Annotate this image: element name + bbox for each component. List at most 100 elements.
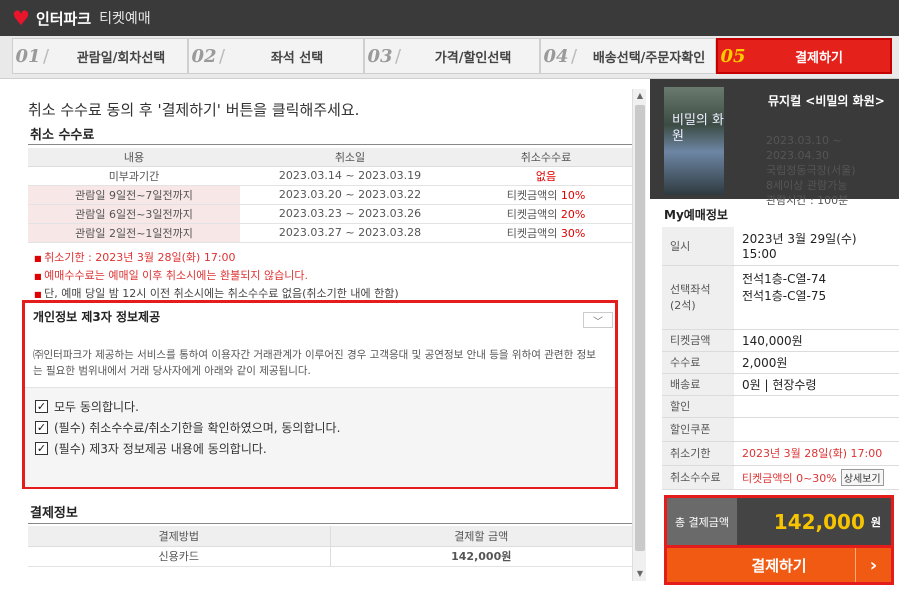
fee-value: 티켓금액의 20% [460,204,632,224]
row-key: 일시 [662,227,734,266]
fee-date-range: 2023.03.14 ~ 2023.03.19 [240,166,460,186]
checkmark-icon: ✓ [35,442,48,455]
fee-period-label: 미부과기간 [28,166,240,186]
fee-value: 없음 [460,166,632,186]
payment-method: 신용카드 [28,546,331,567]
section-divider [28,144,632,145]
booking-summary-panel: 비밀의 화원 뮤지컬 <비밀의 화원> 2023.03.10 ~ 2023.04… [650,79,899,595]
total-label: 총 결제금액 [667,498,737,545]
payment-amount: 142,000원 [330,546,632,567]
row-value: 2,000원 [734,351,899,374]
total-amount-box: 총 결제금액 142,000 원 [664,495,894,545]
row-key: 할인 [662,395,734,418]
fee-value: 티켓금액의 10% [460,185,632,205]
pay-button[interactable]: 결제하기 › [664,545,894,585]
booking-row-ticket: 티켓금액 140,000원 [662,329,899,352]
booking-row-seat: 선택좌석 (2석) 전석1층-C열-74 전석1층-C열-75 [662,265,899,330]
checkmark-icon: ✓ [35,400,48,413]
table-row: 관람일 9일전~7일전까지 2023.03.20 ~ 2023.03.22 티켓… [28,185,632,205]
note-item: 예매수수료는 예매일 이후 취소시에는 환불되지 않습니다. [34,267,399,285]
step-number: 02 [191,45,217,67]
booking-row-deadline: 취소기한 2023년 3월 28일(화) 17:00 [662,441,899,466]
expand-toggle[interactable]: ﹀ [583,312,613,328]
cancel-fee-table: 내용 취소일 취소수수료 미부과기간 2023.03.14 ~ 2023.03.… [28,148,632,243]
booking-row-cancel-fee: 취소수수료 티켓금액의 0~30% 상세보기 [662,465,899,490]
total-amount: 142,000 [773,509,865,534]
my-booking-table: 일시 2023년 3월 29일(수) 15:00 선택좌석 (2석) 전석1층-C열… [662,227,899,490]
total-value: 142,000 원 [737,498,891,545]
note-item: 취소기한 : 2023년 3월 28일(화) 17:00 [34,249,399,267]
show-period-start: 2023.03.10 ~ [766,134,842,147]
show-poster: 비밀의 화원 [664,87,724,195]
fee-period-label: 관람일 9일전~7일전까지 [28,185,240,205]
scrollbar[interactable]: ▲ ▼ [632,89,646,581]
row-key: 취소수수료 [662,465,734,490]
show-title: 뮤지컬 <비밀의 화원> [768,94,885,108]
privacy-title: 개인정보 제3자 정보제공 [33,310,161,324]
app-subtitle: 티켓예매 [99,11,151,27]
row-key: 할인쿠폰 [662,417,734,442]
step-3[interactable]: 03 / 가격/할인선택 [364,38,540,74]
detail-button[interactable]: 상세보기 [840,468,884,486]
row-value: 티켓금액의 0~30% 상세보기 [734,465,899,490]
payment-table: 결제방법 결제할 금액 신용카드 142,000원 [28,526,632,567]
booking-row-fee: 수수료 2,000원 [662,351,899,374]
table-header-row: 결제방법 결제할 금액 [28,526,632,547]
show-info: 2023.03.10 ~ 2023.04.30 국립정동극장(서울) 8세이상 … [766,133,856,208]
heart-logo-icon: ♥ [12,6,30,30]
row-key: 수수료 [662,351,734,374]
column-header: 취소수수료 [460,148,632,167]
fee-date-range: 2023.03.23 ~ 2023.03.26 [240,204,460,224]
row-value [734,395,899,418]
checkbox-label: (필수) 제3자 정보제공 내용에 동의합니다. [54,442,267,456]
step-bar: 01 / 관람일/회차선택 02 / 좌석 선택 03 / 가격/할인선택 04… [0,36,899,79]
cancel-fee-section-title: 취소 수수료 [30,128,95,143]
scroll-down-icon[interactable]: ▼ [633,567,647,581]
step-4[interactable]: 04 / 배송선택/주문자확인 [540,38,716,74]
step-number: 04 [543,45,569,67]
privacy-consent-box: 개인정보 제3자 정보제공 ﹀ ㈜인터파크가 제공하는 서비스를 통하여 이용자… [22,300,618,489]
step-number: 03 [367,45,393,67]
step-1[interactable]: 01 / 관람일/회차선택 [12,38,188,74]
brand-name: 인터파크 [35,9,92,28]
table-row: 관람일 6일전~3일전까지 2023.03.23 ~ 2023.03.26 티켓… [28,204,632,224]
slash-icon: / [219,45,226,67]
title-bar: ♥ 인터파크 티켓예매 [0,0,899,36]
agree-all-checkbox[interactable]: ✓ 모두 동의합니다. [35,398,139,415]
booking-row-coupon: 할인쿠폰 [662,417,899,442]
table-row: 관람일 2일전~1일전까지 2023.03.27 ~ 2023.03.28 티켓… [28,223,632,243]
fee-period-label: 관람일 6일전~3일전까지 [28,204,240,224]
row-key: 선택좌석 (2석) [662,265,734,330]
fee-value: 티켓금액의 30% [460,223,632,243]
agree-cancel-fee-checkbox[interactable]: ✓ (필수) 취소수수료/취소기한을 확인하였으며, 동의합니다. [35,419,340,436]
fee-date-range: 2023.03.20 ~ 2023.03.22 [240,185,460,205]
scroll-thumb[interactable] [635,105,645,551]
table-row: 미부과기간 2023.03.14 ~ 2023.03.19 없음 [28,166,632,186]
column-header: 내용 [28,148,240,167]
step-label: 결제하기 [795,50,843,66]
scroll-up-icon[interactable]: ▲ [633,89,647,103]
step-number: 05 [720,45,746,67]
row-key: 배송료 [662,373,734,396]
booking-row-discount: 할인 [662,395,899,418]
step-label: 좌석 선택 [270,50,324,66]
row-key: 티켓금액 [662,329,734,352]
total-unit: 원 [870,515,881,529]
pay-button-label: 결제하기 [751,556,807,575]
fee-date-range: 2023.03.27 ~ 2023.03.28 [240,223,460,243]
consent-checklist: ✓ 모두 동의합니다. ✓ (필수) 취소수수료/취소기한을 확인하였으며, 동… [25,387,615,487]
step-5-active[interactable]: 05 결제하기 [716,38,892,74]
agree-third-party-checkbox[interactable]: ✓ (필수) 제3자 정보제공 내용에 동의합니다. [35,440,267,457]
checkbox-label: 모두 동의합니다. [54,400,139,414]
step-2[interactable]: 02 / 좌석 선택 [188,38,364,74]
row-key: 취소기한 [662,441,734,466]
step-label: 가격/할인선택 [434,50,512,66]
fee-period-label: 관람일 2일전~1일전까지 [28,223,240,243]
table-row: 신용카드 142,000원 [28,546,632,567]
show-age-rating: 8세이상 관람가능 [766,179,848,192]
show-runtime: 관람시간 : 100분 [766,194,849,207]
booking-row-date: 일시 2023년 3월 29일(수) 15:00 [662,227,899,266]
row-value [734,417,899,442]
chevron-right-icon: › [855,548,891,582]
row-value: 전석1층-C열-74 전석1층-C열-75 [734,265,899,330]
